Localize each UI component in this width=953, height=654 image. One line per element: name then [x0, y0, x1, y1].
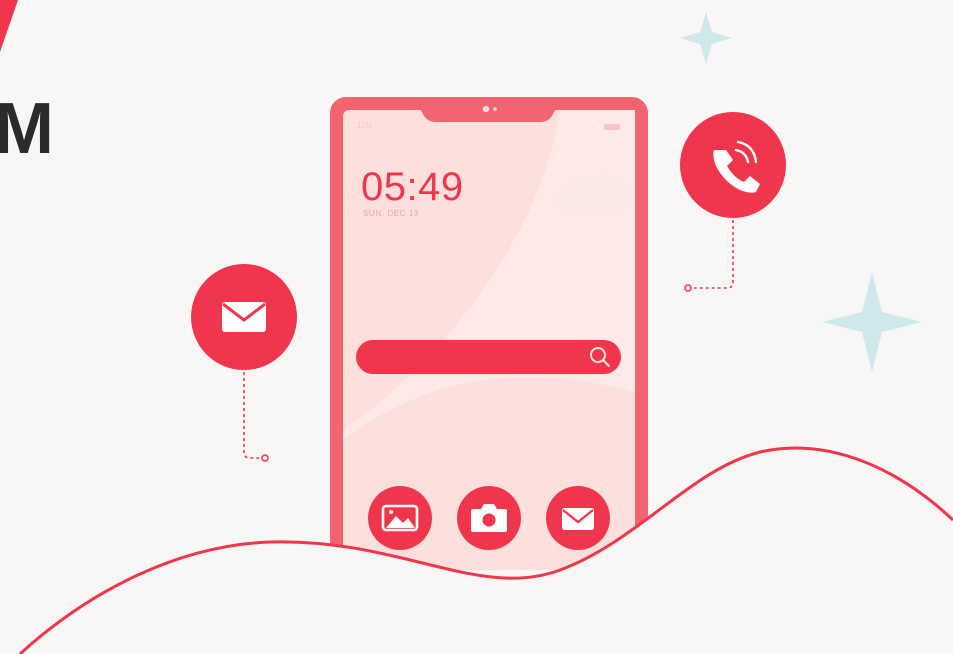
envelope-icon	[562, 508, 594, 530]
sparkle-large	[822, 272, 922, 372]
call-bubble[interactable]	[680, 112, 786, 218]
status-bar-signal: 11%	[357, 121, 373, 130]
call-connector-dot	[684, 284, 692, 292]
call-connector-line	[692, 220, 734, 289]
sparkle-small	[680, 12, 732, 64]
mail-connector-line	[243, 372, 260, 459]
lockscreen-date: SUN, DEC 13	[363, 209, 419, 218]
envelope-icon	[222, 302, 266, 332]
illustration	[0, 0, 953, 654]
lockscreen-clock: 05:49	[361, 165, 464, 209]
front-sensor	[493, 107, 497, 111]
heading-fragment: M	[0, 89, 55, 169]
battery-icon	[604, 124, 620, 130]
mail-bubble[interactable]	[191, 264, 297, 370]
search-bar[interactable]	[356, 340, 621, 374]
dock-camera-button[interactable]	[457, 486, 521, 550]
front-camera	[482, 105, 490, 113]
dock-mail-button[interactable]	[546, 486, 610, 550]
dock-gallery-button[interactable]	[368, 486, 432, 550]
mail-connector-dot	[261, 454, 269, 462]
corner-accent	[0, 0, 18, 52]
